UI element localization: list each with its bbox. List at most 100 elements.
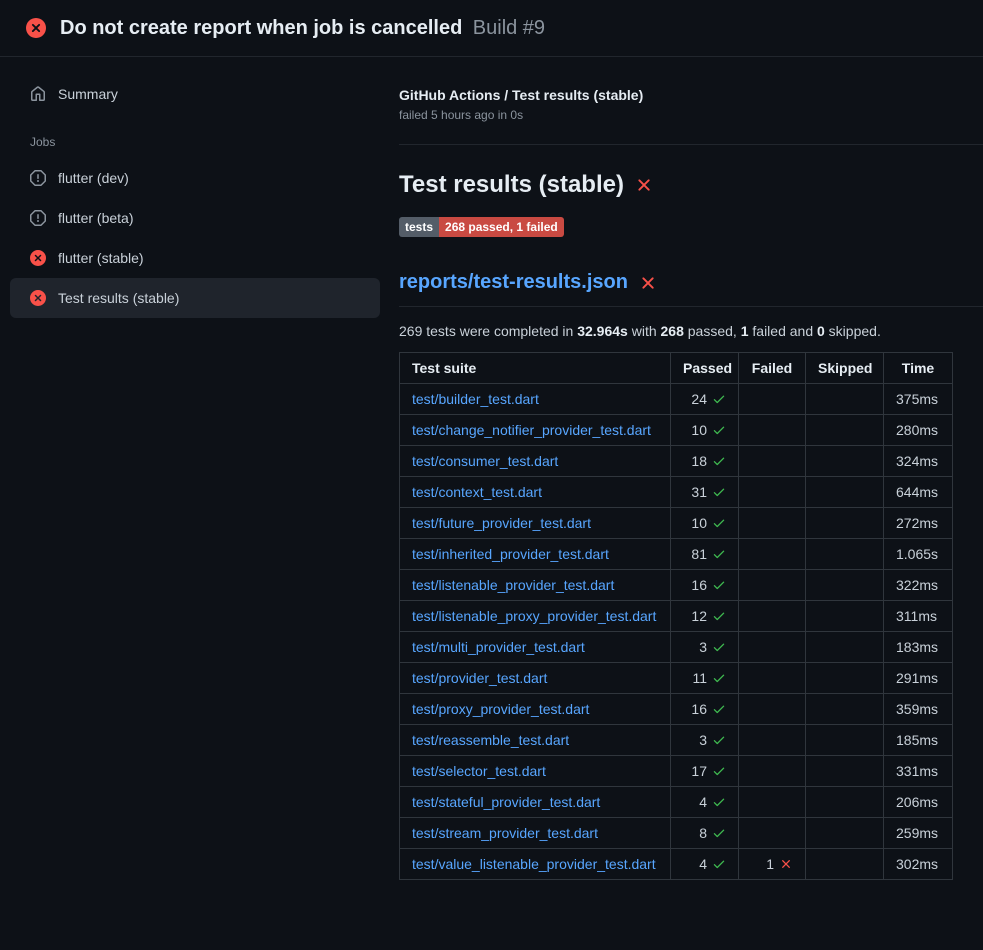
skipped-cell	[806, 384, 884, 415]
passed-count: 16	[691, 701, 707, 717]
suite-link[interactable]: test/provider_test.dart	[412, 670, 547, 686]
failed-count: 1	[766, 856, 774, 872]
app-root: Do not create report when job is cancell…	[0, 0, 983, 950]
table-row: test/reassemble_test.dart3185ms	[400, 725, 953, 756]
suite-cell: test/builder_test.dart	[400, 384, 671, 415]
suite-cell: test/future_provider_test.dart	[400, 508, 671, 539]
suite-cell: test/listenable_proxy_provider_test.dart	[400, 601, 671, 632]
x-icon	[634, 175, 654, 195]
suite-link[interactable]: test/consumer_test.dart	[412, 453, 558, 469]
suite-cell: test/value_listenable_provider_test.dart	[400, 849, 671, 880]
check-icon	[707, 670, 726, 686]
page-title: Do not create report when job is cancell…	[60, 17, 545, 40]
suite-link[interactable]: test/builder_test.dart	[412, 391, 539, 407]
passed-cell: 4	[671, 849, 739, 880]
failed-cell	[739, 663, 806, 694]
suite-link[interactable]: test/stateful_provider_test.dart	[412, 794, 600, 810]
suite-link[interactable]: test/change_notifier_provider_test.dart	[412, 422, 651, 438]
skipped-cell	[806, 725, 884, 756]
suite-cell: test/multi_provider_test.dart	[400, 632, 671, 663]
time-cell: 375ms	[884, 384, 953, 415]
table-row: test/value_listenable_provider_test.dart…	[400, 849, 953, 880]
table-row: test/provider_test.dart11291ms	[400, 663, 953, 694]
sidebar-item-label: flutter (beta)	[58, 210, 133, 226]
sidebar-item-flutter-beta[interactable]: flutter (beta)	[10, 198, 380, 238]
table-row: test/selector_test.dart17331ms	[400, 756, 953, 787]
passed-count: 16	[691, 577, 707, 593]
failed-cell	[739, 539, 806, 570]
suite-link[interactable]: test/listenable_provider_test.dart	[412, 577, 614, 593]
sidebar-item-test-results-stable[interactable]: Test results (stable)	[10, 278, 380, 318]
skipped-cell	[806, 787, 884, 818]
table-row: test/stream_provider_test.dart8259ms	[400, 818, 953, 849]
divider	[399, 144, 983, 145]
check-icon	[707, 422, 726, 438]
sidebar-item-flutter-stable[interactable]: flutter (stable)	[10, 238, 380, 278]
suite-link[interactable]: test/listenable_proxy_provider_test.dart	[412, 608, 656, 624]
skipped-cell	[806, 694, 884, 725]
passed-cell: 10	[671, 415, 739, 446]
time-cell: 272ms	[884, 508, 953, 539]
time-cell: 322ms	[884, 570, 953, 601]
suite-link[interactable]: test/future_provider_test.dart	[412, 515, 591, 531]
failed-cell	[739, 601, 806, 632]
suite-link[interactable]: test/inherited_provider_test.dart	[412, 546, 609, 562]
failed-cell	[739, 725, 806, 756]
skipped-cell	[806, 663, 884, 694]
suite-link[interactable]: test/stream_provider_test.dart	[412, 825, 598, 841]
suite-link[interactable]: test/context_test.dart	[412, 484, 542, 500]
sidebar-item-flutter-dev[interactable]: flutter (dev)	[10, 158, 380, 198]
time-cell: 206ms	[884, 787, 953, 818]
table-row: test/consumer_test.dart18324ms	[400, 446, 953, 477]
time-cell: 311ms	[884, 601, 953, 632]
skipped-cell	[806, 446, 884, 477]
suite-link[interactable]: test/proxy_provider_test.dart	[412, 701, 589, 717]
home-icon	[30, 86, 46, 102]
passed-cell: 3	[671, 632, 739, 663]
jobs-list: flutter (dev) flutter (beta) flutter (stab…	[0, 158, 390, 318]
time-cell: 324ms	[884, 446, 953, 477]
failed-cell	[739, 632, 806, 663]
suite-cell: test/context_test.dart	[400, 477, 671, 508]
results-table-body: test/builder_test.dart24375mstest/change…	[400, 384, 953, 880]
suite-cell: test/stateful_provider_test.dart	[400, 787, 671, 818]
suite-link[interactable]: test/reassemble_test.dart	[412, 732, 569, 748]
failed-cell	[739, 756, 806, 787]
sidebar-item-summary[interactable]: Summary	[10, 74, 380, 114]
table-row: test/listenable_provider_test.dart 16 322m…	[400, 570, 953, 601]
jobs-heading: Jobs	[0, 114, 390, 158]
report-link[interactable]: reports/test-results.json	[399, 271, 628, 294]
passed-count: 10	[691, 515, 707, 531]
passed-count: 10	[691, 422, 707, 438]
table-row: test/proxy_provider_test.dart16359ms	[400, 694, 953, 725]
table-row: test/listenable_proxy_provider_test.dart…	[400, 601, 953, 632]
results-table: Test suitePassedFailedSkippedTime test/b…	[399, 352, 953, 880]
tests-badge: tests 268 passed, 1 failed	[399, 217, 564, 237]
passed-cell: 12	[671, 601, 739, 632]
passed-cell: 8	[671, 818, 739, 849]
skipped-cell	[806, 570, 884, 601]
suite-link[interactable]: test/multi_provider_test.dart	[412, 639, 585, 655]
x-icon	[774, 856, 793, 872]
check-icon	[707, 515, 726, 531]
column-header: Skipped	[806, 353, 884, 384]
check-icon	[707, 608, 726, 624]
check-icon	[707, 484, 726, 500]
table-row: test/context_test.dart31644ms	[400, 477, 953, 508]
suite-cell: test/reassemble_test.dart	[400, 725, 671, 756]
skipped-cell	[806, 632, 884, 663]
content: Summary Jobs flutter (dev) flutter (beta)…	[0, 57, 983, 950]
column-header: Test suite	[400, 353, 671, 384]
suite-cell: test/selector_test.dart	[400, 756, 671, 787]
sidebar-summary-label: Summary	[58, 86, 118, 102]
passed-cell: 11	[671, 663, 739, 694]
suite-link[interactable]: test/selector_test.dart	[412, 763, 546, 779]
section-title: Test results (stable)	[399, 171, 983, 199]
table-row: test/future_provider_test.dart 10 272ms	[400, 508, 953, 539]
x-circle-icon	[26, 18, 46, 38]
x-circle-icon	[30, 290, 46, 306]
sidebar: Summary Jobs flutter (dev) flutter (beta)…	[0, 57, 390, 950]
suite-link[interactable]: test/value_listenable_provider_test.dart	[412, 856, 656, 872]
passed-count: 81	[691, 546, 707, 562]
check-icon	[707, 763, 726, 779]
